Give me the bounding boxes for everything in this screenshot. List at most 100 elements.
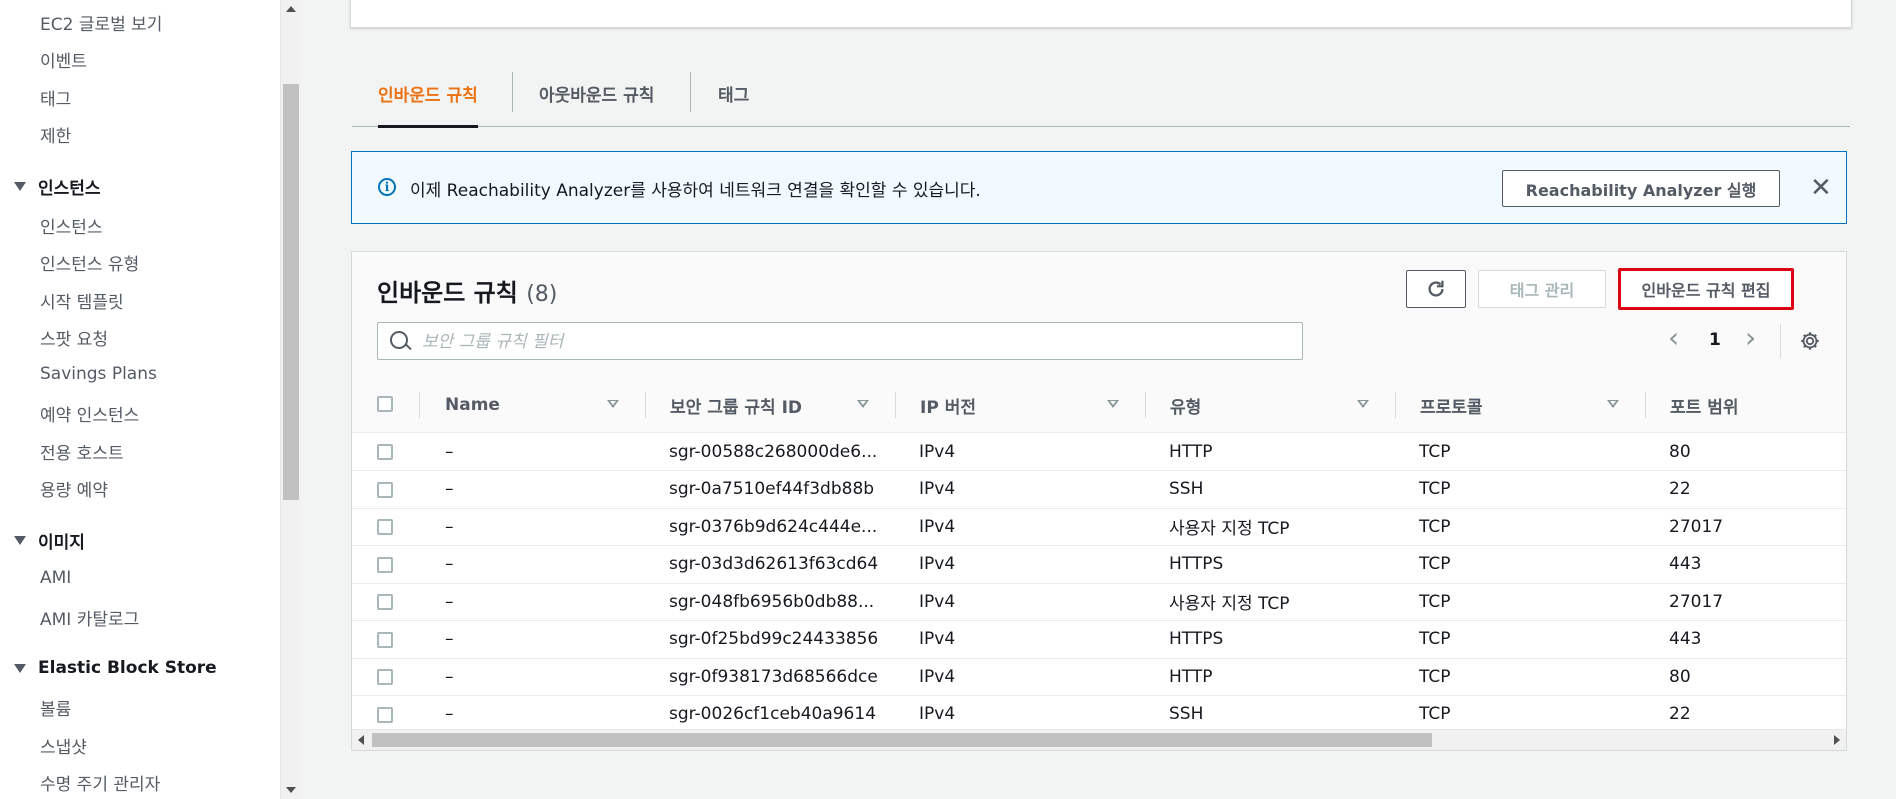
sidebar-item-capacity-reservations[interactable]: 용량 예약 <box>40 476 108 501</box>
cell-type: HTTPS <box>1169 554 1224 574</box>
table-header-area: 인바운드 규칙 (8) 태그 관리 인바운드 규칙 편집 ‹ 1 › <box>352 252 1846 379</box>
reachability-analyzer-button[interactable]: Reachability Analyzer 실행 <box>1502 170 1780 207</box>
select-all-checkbox[interactable] <box>377 396 393 412</box>
column-header-ip-version[interactable]: IP 버전 <box>920 378 976 432</box>
search-icon <box>390 331 408 349</box>
row-checkbox[interactable] <box>377 481 393 498</box>
row-checkbox[interactable] <box>377 556 393 573</box>
sidebar-item-savings-plans[interactable]: Savings Plans <box>40 364 157 384</box>
tab-inbound-rules[interactable]: 인바운드 규칙 <box>378 60 478 128</box>
table-row[interactable]: – sgr-0026cf1ceb40a9614 IPv4 SSH TCP 22 <box>352 696 1846 734</box>
caret-down-icon <box>14 182 26 191</box>
cell-protocol: TCP <box>1419 666 1451 687</box>
sort-icon[interactable] <box>1357 400 1369 408</box>
sidebar-section-images[interactable]: 이미지 <box>14 528 85 553</box>
scroll-up-arrow-icon[interactable] <box>286 6 296 12</box>
sidebar: EC2 글로벌 보기 이벤트 태그 제한 인스턴스 인스턴스 인스턴스 유형 시… <box>0 0 280 799</box>
sidebar-section-ebs[interactable]: Elastic Block Store <box>14 658 217 678</box>
sidebar-item-instances[interactable]: 인스턴스 <box>40 213 103 238</box>
table-row[interactable]: – sgr-048fb6956b0db88... IPv4 사용자 지정 TCP TCP… <box>352 583 1846 621</box>
cell-ip-version: IPv4 <box>919 554 956 574</box>
sidebar-section-label: Elastic Block Store <box>38 658 217 678</box>
page-number[interactable]: 1 <box>1709 330 1721 350</box>
scroll-down-arrow-icon[interactable] <box>286 787 296 793</box>
search-input[interactable] <box>420 327 1284 357</box>
caret-down-icon <box>14 536 26 545</box>
cell-rule-id: sgr-0f25bd99c24433856 <box>669 629 879 649</box>
row-checkbox[interactable] <box>377 706 393 723</box>
sidebar-item-lifecycle-manager[interactable]: 수명 주기 관리자 <box>40 770 160 795</box>
sort-icon[interactable] <box>1607 400 1619 408</box>
sidebar-item-launch-templates[interactable]: 시작 템플릿 <box>40 288 124 313</box>
scrollbar-thumb[interactable] <box>283 84 299 500</box>
sidebar-item-dedicated-hosts[interactable]: 전용 호스트 <box>40 439 124 464</box>
row-checkbox[interactable] <box>377 519 393 535</box>
sidebar-item-reserved-instances[interactable]: 예약 인스턴스 <box>40 401 139 426</box>
sidebar-item-spot-requests[interactable]: 스팟 요청 <box>40 325 108 350</box>
sidebar-item-limits[interactable]: 제한 <box>40 122 71 147</box>
gear-icon[interactable] <box>1799 330 1821 352</box>
sidebar-item-instance-types[interactable]: 인스턴스 유형 <box>40 250 139 275</box>
table-row[interactable]: – sgr-0a7510ef44f3db88b IPv4 SSH TCP 22 <box>352 471 1846 509</box>
sort-icon[interactable] <box>607 400 619 408</box>
sidebar-item-tags[interactable]: 태그 <box>40 85 71 110</box>
horizontal-scrollbar[interactable] <box>352 729 1846 750</box>
scrollbar-thumb[interactable] <box>372 733 1432 747</box>
sidebar-scrollbar[interactable] <box>280 0 301 799</box>
row-checkbox[interactable] <box>377 631 393 648</box>
table-row[interactable]: – sgr-0376b9d624c444e... IPv4 사용자 지정 TCP TCP… <box>352 508 1846 546</box>
sidebar-item-ec2-global-view[interactable]: EC2 글로벌 보기 <box>40 10 162 35</box>
cell-protocol: TCP <box>1419 629 1451 649</box>
column-header-protocol[interactable]: 프로토콜 <box>1420 378 1483 432</box>
column-divider <box>1395 392 1396 418</box>
cell-type: SSH <box>1169 479 1204 499</box>
table-title-text: 인바운드 규칙 <box>377 279 518 307</box>
column-header-rule-id[interactable]: 보안 그룹 규칙 ID <box>670 378 802 432</box>
manage-tags-button[interactable]: 태그 관리 <box>1478 270 1606 308</box>
column-divider <box>645 392 646 418</box>
table-row[interactable]: – sgr-00588c268000de6... IPv4 HTTP TCP 80 <box>352 433 1846 471</box>
column-divider <box>419 392 420 418</box>
cell-name: – <box>445 441 454 462</box>
close-icon[interactable]: ✕ <box>1810 175 1832 201</box>
cell-rule-id: sgr-0f938173d68566dce <box>669 666 878 687</box>
sidebar-section-instances[interactable]: 인스턴스 <box>14 174 101 199</box>
row-checkbox[interactable] <box>377 669 393 685</box>
sidebar-item-ami-catalog[interactable]: AMI 카탈로그 <box>40 605 139 630</box>
sidebar-item-events[interactable]: 이벤트 <box>40 47 87 72</box>
column-divider <box>895 392 896 418</box>
row-checkbox[interactable] <box>377 594 393 610</box>
table-head: Name 보안 그룹 규칙 ID IP 버전 유형 프로토콜 포트 범위 <box>352 378 1846 433</box>
cell-name: – <box>445 666 454 687</box>
column-divider <box>1645 392 1646 418</box>
cell-rule-id: sgr-0a7510ef44f3db88b <box>669 479 875 499</box>
tab-divider <box>512 72 513 112</box>
table-row[interactable]: – sgr-0f25bd99c24433856 IPv4 HTTPS TCP 443 <box>352 621 1846 659</box>
refresh-button[interactable] <box>1406 270 1466 308</box>
cell-rule-id: sgr-03d3d62613f63cd64 <box>669 554 879 574</box>
column-header-type[interactable]: 유형 <box>1170 378 1201 432</box>
prev-page-icon[interactable]: ‹ <box>1668 324 1679 352</box>
tab-outbound-rules[interactable]: 아웃바운드 규칙 <box>539 60 654 126</box>
tab-tags[interactable]: 태그 <box>718 60 749 126</box>
cell-ip-version: IPv4 <box>919 591 956 612</box>
next-page-icon[interactable]: › <box>1745 324 1756 352</box>
column-header-name[interactable]: Name <box>445 378 500 432</box>
table-row[interactable]: – sgr-03d3d62613f63cd64 IPv4 HTTPS TCP 443 <box>352 546 1846 584</box>
sort-icon[interactable] <box>857 400 869 408</box>
sidebar-section-label: 이미지 <box>38 533 85 553</box>
scroll-right-arrow-icon[interactable] <box>1834 735 1840 745</box>
sidebar-item-ami[interactable]: AMI <box>40 568 71 588</box>
cell-ip-version: IPv4 <box>919 629 956 649</box>
row-checkbox[interactable] <box>377 444 393 460</box>
sidebar-item-snapshots[interactable]: 스냅샷 <box>40 733 87 758</box>
cell-rule-id: sgr-048fb6956b0db88... <box>669 591 875 612</box>
table-row[interactable]: – sgr-0f938173d68566dce IPv4 HTTP TCP 80 <box>352 658 1846 696</box>
sidebar-item-volumes[interactable]: 볼륨 <box>40 695 71 720</box>
scroll-left-arrow-icon[interactable] <box>358 735 364 745</box>
edit-inbound-rules-button[interactable]: 인바운드 규칙 편집 <box>1618 268 1794 310</box>
column-header-port-range[interactable]: 포트 범위 <box>1670 378 1738 432</box>
cell-type: SSH <box>1169 704 1204 724</box>
sort-icon[interactable] <box>1107 400 1119 408</box>
rule-filter-search[interactable] <box>377 322 1303 360</box>
